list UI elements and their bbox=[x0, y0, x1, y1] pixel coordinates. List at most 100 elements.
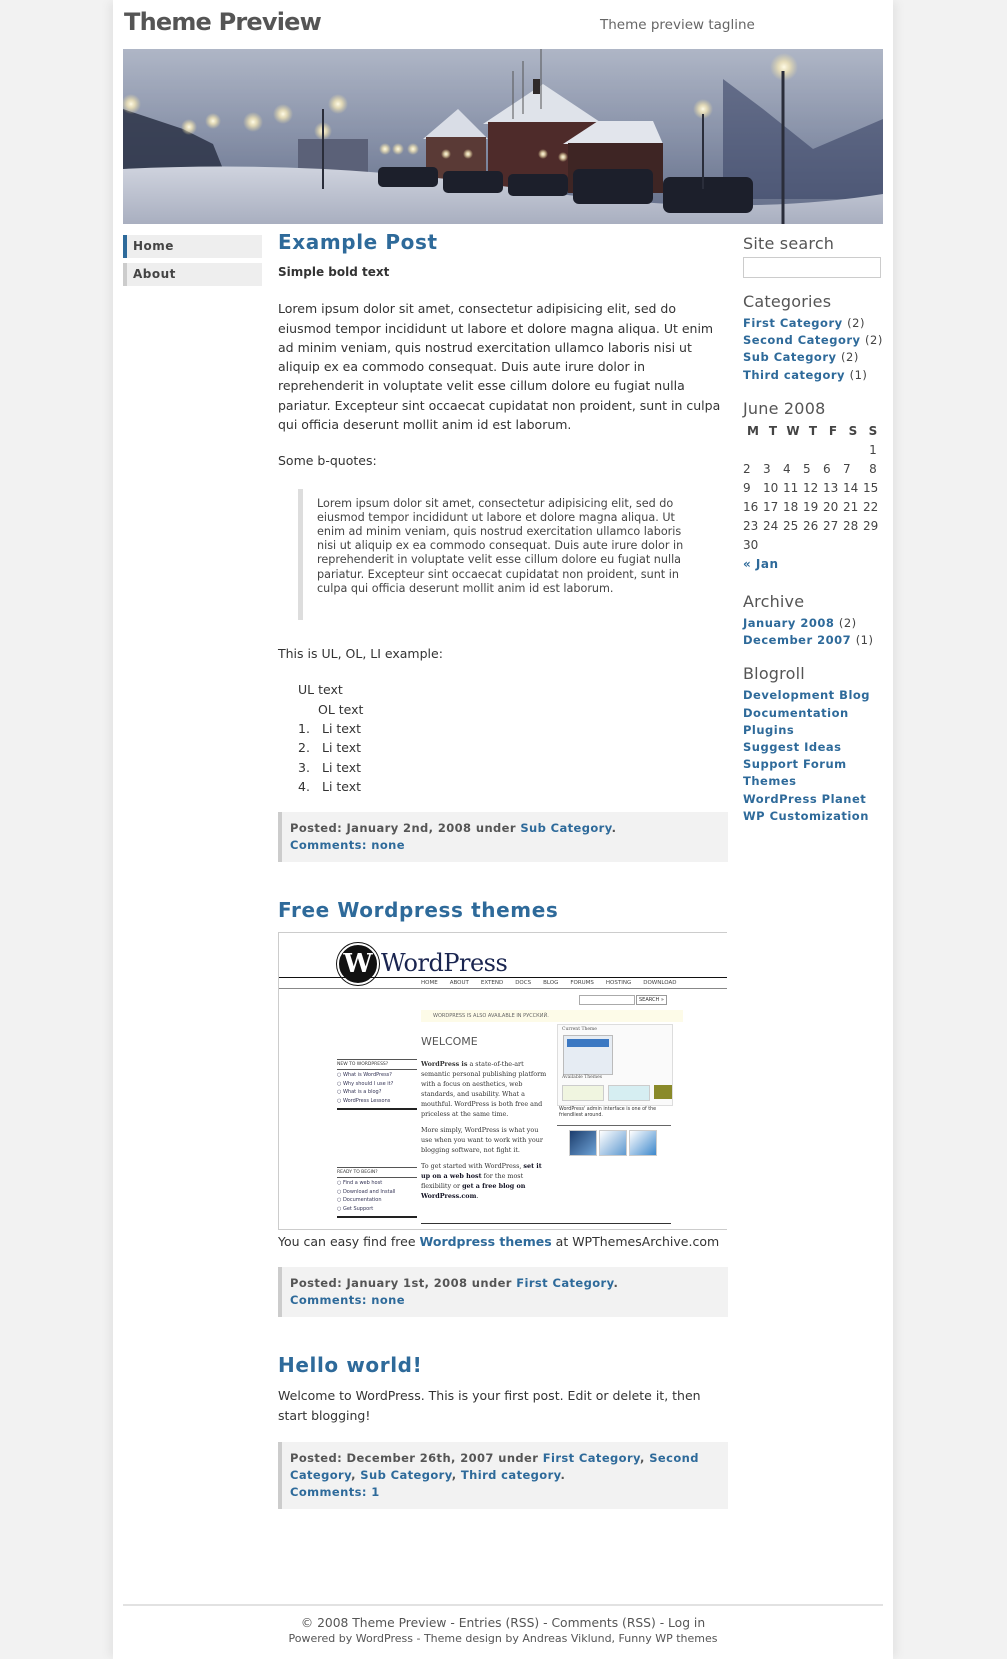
category-link[interactable]: Sub Category (2) bbox=[743, 349, 883, 366]
category-link-count: (2) bbox=[847, 316, 865, 330]
archive-link-label: December 2007 bbox=[743, 633, 852, 648]
screenshot-available-themes: Available Themes bbox=[562, 1075, 603, 1081]
category-link-count: (2) bbox=[865, 333, 883, 348]
archive-link[interactable]: January 2008 (2) bbox=[743, 615, 883, 632]
nav-item-about[interactable]: About bbox=[123, 263, 262, 286]
calendar-day: 19 bbox=[803, 500, 819, 515]
calendar-day bbox=[803, 536, 823, 555]
main-navigation: Home About bbox=[123, 235, 262, 291]
category-link[interactable]: First Category (2) bbox=[743, 315, 883, 332]
post-meta: Posted: December 26th, 2007 under First … bbox=[278, 1442, 728, 1510]
blogroll-link[interactable]: WordPress Planet bbox=[743, 791, 883, 808]
post-title[interactable]: Hello world! bbox=[278, 1353, 728, 1377]
wordpress-themes-link[interactable]: Wordpress themes bbox=[420, 1234, 552, 1249]
archive-link-label: January 2008 bbox=[743, 616, 835, 631]
calendar-day: 2 bbox=[743, 462, 751, 477]
search-heading: Site search bbox=[743, 234, 835, 253]
calendar-day bbox=[823, 441, 843, 460]
category-link[interactable]: Sub Category bbox=[360, 1468, 451, 1482]
blockquote: Lorem ipsum dolor sit amet, consectetur … bbox=[298, 488, 728, 621]
screenshot-bold: WordPress is bbox=[421, 1060, 468, 1069]
calendar-day: 5 bbox=[803, 462, 811, 477]
blogroll-link[interactable]: Suggest Ideas bbox=[743, 739, 883, 756]
post-title[interactable]: Example Post bbox=[278, 230, 728, 254]
post-bold-text: Simple bold text bbox=[278, 265, 390, 279]
category-link[interactable]: Second Category (2) bbox=[743, 332, 883, 349]
calendar-day bbox=[763, 536, 783, 555]
post-meta: Posted: January 2nd, 2008 under Sub Cate… bbox=[278, 812, 728, 863]
category-link[interactable]: First Category bbox=[516, 1276, 613, 1290]
blogroll-link[interactable]: WP Customization bbox=[743, 808, 883, 825]
archive-link-count: (1) bbox=[855, 633, 874, 648]
calendar-day bbox=[843, 536, 863, 555]
post-paragraph: Welcome to WordPress. This is your first… bbox=[278, 1388, 701, 1423]
search-input[interactable] bbox=[743, 257, 881, 278]
punct: . bbox=[560, 1468, 566, 1483]
blogroll-link[interactable]: Development Blog bbox=[743, 687, 883, 704]
calendar-weekday: S bbox=[868, 424, 878, 439]
li-item: 3. Li text bbox=[298, 758, 728, 777]
calendar-day: 17 bbox=[763, 500, 779, 515]
calendar-day: 8 bbox=[869, 462, 877, 477]
post-title[interactable]: Free Wordpress themes bbox=[278, 898, 728, 922]
screenshot-nav: HOME ABOUT EXTEND DOCS BLOG FORUMS HOSTING DOWN… bbox=[421, 980, 688, 986]
category-link[interactable]: First Category bbox=[543, 1451, 640, 1465]
screenshot-ready-heading: READY TO BEGIN? bbox=[337, 1167, 417, 1179]
screenshot-nav-item: DOCS bbox=[515, 980, 532, 987]
category-link[interactable]: Third category (1) bbox=[743, 367, 883, 384]
li-number: 1. bbox=[298, 720, 310, 736]
calendar-week: 30 bbox=[743, 536, 883, 555]
post-text: You can easy find free Wordpress themes … bbox=[278, 1232, 728, 1251]
comments-link[interactable]: Comments: none bbox=[290, 1293, 405, 1307]
calendar-day: 6 bbox=[823, 462, 831, 477]
archive-link[interactable]: December 2007 (1) bbox=[743, 632, 883, 649]
calendar-week: 23 24 25 26 27 28 29 bbox=[743, 517, 883, 536]
categories-heading: Categories bbox=[743, 292, 832, 311]
calendar-day: 26 bbox=[803, 519, 819, 534]
blogroll-list: Development Blog Documentation Plugins Sugg… bbox=[743, 687, 883, 825]
list-intro: This is UL, OL, LI example: bbox=[278, 646, 443, 662]
nav-item-home[interactable]: Home bbox=[123, 235, 262, 258]
calendar-day bbox=[863, 536, 883, 555]
calendar-day bbox=[783, 441, 803, 460]
calendar-day: 25 bbox=[783, 519, 799, 534]
screenshot-current-theme: Current Theme bbox=[562, 1027, 597, 1033]
category-link-label: Third category bbox=[743, 367, 846, 382]
li-text: Li text bbox=[322, 720, 362, 736]
screenshot-link-item: ○ What is a blog? bbox=[337, 1089, 382, 1096]
comments-link[interactable]: Comments: none bbox=[290, 838, 405, 852]
punct: . bbox=[611, 821, 617, 836]
blogroll-link[interactable]: Plugins bbox=[743, 722, 883, 739]
categories-list: First Category (2) Second Category (2) Sub… bbox=[743, 315, 883, 384]
blogroll-link[interactable]: Support Forum bbox=[743, 756, 883, 773]
screenshot-link-item: ○ WordPress Lessons bbox=[337, 1097, 391, 1104]
calendar-day: 24 bbox=[763, 519, 779, 534]
archive-link-count: (2) bbox=[838, 616, 857, 631]
category-link[interactable]: Sub Category bbox=[520, 821, 611, 835]
li-item: 1. Li text bbox=[298, 719, 728, 738]
screenshot-admin-preview: Current Theme Available Themes bbox=[557, 1024, 673, 1107]
li-text: Li text bbox=[322, 740, 362, 756]
calendar-day: 29 bbox=[863, 519, 879, 534]
screenshot-nav-item: HOME bbox=[421, 980, 438, 987]
blogroll-link[interactable]: Documentation bbox=[743, 705, 883, 722]
calendar-week: 1 bbox=[743, 441, 883, 460]
blogroll-link[interactable]: Themes bbox=[743, 773, 883, 790]
li-number: 3. bbox=[298, 759, 310, 775]
category-link[interactable]: Third category bbox=[461, 1468, 561, 1482]
screenshot-para2: More simply, WordPress is what you use w… bbox=[421, 1126, 543, 1155]
post-hello-world: Hello world! Welcome to WordPress. This … bbox=[278, 1353, 728, 1510]
site-title[interactable]: Theme Preview bbox=[124, 8, 322, 36]
text-before: You can easy find free bbox=[278, 1234, 420, 1250]
screenshot-para3c: . bbox=[476, 1192, 479, 1201]
calendar-day: 1 bbox=[869, 443, 877, 458]
comments-link[interactable]: Comments: 1 bbox=[290, 1485, 380, 1499]
li-number: 2. bbox=[298, 740, 310, 756]
post-example-post: Example Post Simple bold text Lorem ipsu… bbox=[278, 230, 728, 863]
footer-line-1: © 2008 Theme Preview - Entries (RSS) - C… bbox=[300, 1616, 706, 1630]
wordpress-wordmark: WordPress bbox=[381, 949, 508, 978]
category-link-label: First Category bbox=[743, 316, 843, 330]
header-image bbox=[123, 49, 883, 224]
screenshot-link-item: ○ Get Support bbox=[337, 1205, 374, 1212]
calendar-prev-link[interactable]: « Jan bbox=[743, 556, 883, 573]
